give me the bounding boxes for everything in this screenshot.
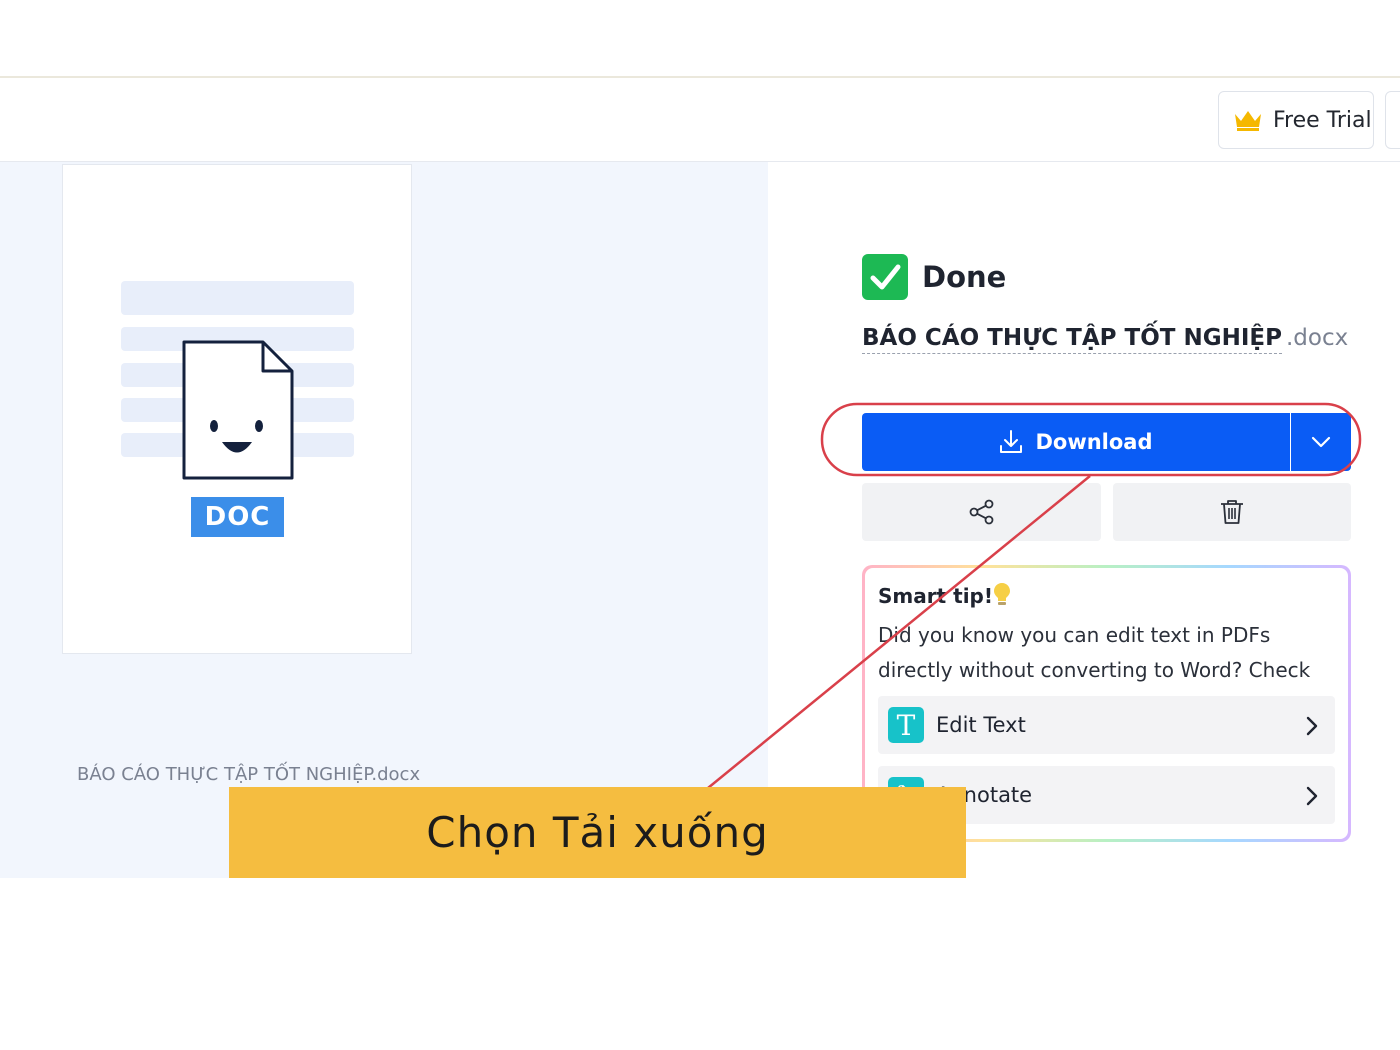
crown-icon [1235,111,1261,131]
file-caption: BÁO CÁO THỰC TẬP TỐT NGHIỆP.docx [77,764,421,785]
download-label: Download [1035,430,1153,454]
edit-text-label: Edit Text [936,713,1026,737]
app-header: Free Trial [0,78,1400,162]
status-row: Done [862,254,1006,300]
chevron-right-icon [1306,786,1318,806]
doc-format-badge: DOC [191,497,284,537]
app-screenshot: Free Trial DOC BÁO CÁO THỰC TẬP TỐT NGHI… [0,78,1400,878]
lightbulb-icon [993,582,1011,612]
edit-text-link[interactable]: T Edit Text [878,696,1335,754]
file-preview-card: DOC [62,164,412,654]
placeholder-line [121,281,354,315]
smiling-document-icon [182,340,294,480]
status-label: Done [922,260,1007,294]
trash-icon [1221,500,1243,524]
file-extension: .docx [1285,325,1349,351]
share-icon [969,499,993,525]
chevron-down-icon [1311,436,1331,448]
free-trial-label: Free Trial [1273,107,1372,133]
free-trial-button[interactable]: Free Trial [1218,91,1374,149]
instruction-caption-text: Chọn Tải xuống [426,808,769,857]
chevron-right-icon [1306,716,1318,736]
account-button[interactable] [1385,91,1400,149]
download-button[interactable]: Download [862,413,1290,471]
filename-text[interactable]: BÁO CÁO THỰC TẬP TỐT NGHIỆP [862,325,1282,354]
delete-button[interactable] [1113,483,1351,541]
share-button[interactable] [862,483,1101,541]
filename-row: BÁO CÁO THỰC TẬP TỐT NGHIỆP .docx [862,325,1349,354]
result-panel: Done BÁO CÁO THỰC TẬP TỐT NGHIỆP .docx Do… [768,162,1400,878]
smart-tip-title: Smart tip! [878,584,993,608]
preview-pane: DOC BÁO CÁO THỰC TẬP TỐT NGHIỆP.docx [0,162,768,878]
edit-text-icon: T [888,707,924,743]
instruction-caption: Chọn Tải xuống [229,787,966,878]
checkmark-icon [862,254,908,300]
download-options-button[interactable] [1291,413,1351,471]
download-icon [1000,430,1023,453]
